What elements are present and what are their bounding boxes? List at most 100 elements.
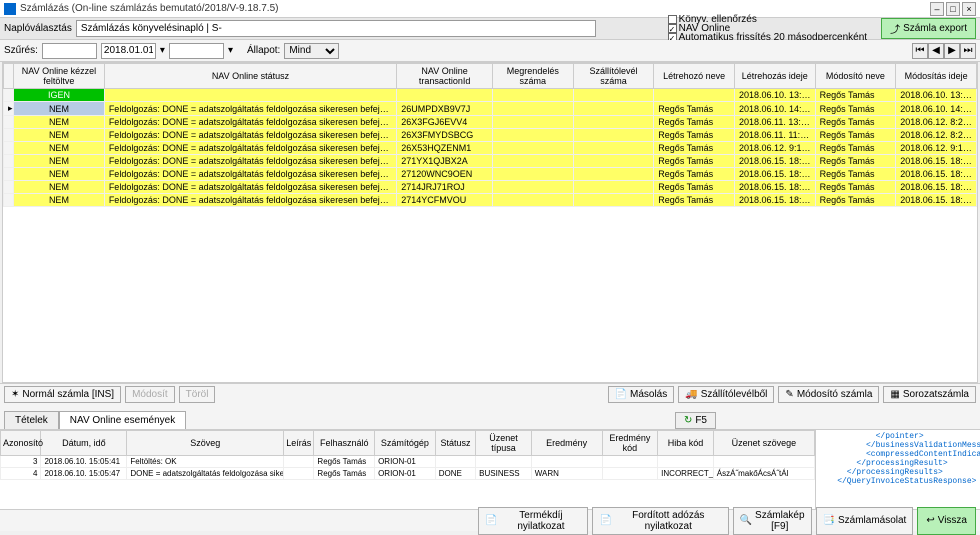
detail-col-header[interactable]: Dátum, idő (41, 431, 127, 456)
nav-first-button[interactable]: ⏮ (912, 43, 928, 59)
grid-row[interactable]: IGEN2018.06.10. 13:07:03Regős Tamás2018.… (4, 89, 977, 102)
detail-col-header[interactable]: Leírás (284, 431, 314, 456)
detail-col-header[interactable]: Eredmény (531, 431, 602, 456)
grid-row[interactable]: ▸NEMFeldolgozás: DONE = adatszolgáltatás… (4, 102, 977, 116)
detail-col-header[interactable]: Felhasználó (314, 431, 375, 456)
tab-tetelek[interactable]: Tételek (4, 411, 59, 429)
szamlakep-label: Számlakép [F9] (755, 510, 804, 532)
allapot-select[interactable]: Mind (284, 43, 339, 59)
export-icon: ⤴ (890, 21, 900, 36)
col-header[interactable]: Módosító neve (815, 64, 896, 89)
grid-row[interactable]: NEMFeldolgozás: DONE = adatszolgáltatás … (4, 194, 977, 207)
grid-row[interactable]: NEMFeldolgozás: DONE = adatszolgáltatás … (4, 181, 977, 194)
vissza-button[interactable]: ↩ Vissza (917, 507, 976, 535)
grid-row[interactable]: NEMFeldolgozás: DONE = adatszolgáltatás … (4, 168, 977, 181)
refresh-icon: ↻ (684, 415, 692, 426)
detail-col-header[interactable]: Státusz (435, 431, 475, 456)
naplo-toolbar: Naplóválasztás Könyv. ellenőrzés NAV Onl… (0, 18, 980, 40)
nav-last-button[interactable]: ⏭ (960, 43, 976, 59)
date-picker-icon-2[interactable]: ▾ (228, 45, 233, 56)
f5-button[interactable]: ↻F5 (675, 412, 716, 429)
torol-button[interactable]: Töröl (179, 386, 216, 403)
series-icon: ▦ (890, 389, 899, 400)
modosito-label: Módosító számla (797, 389, 873, 400)
date-to[interactable] (169, 43, 224, 59)
detail-area: AzonosítóDátum, időSzövegLeírásFelhaszná… (0, 429, 980, 509)
grid-row[interactable]: NEMFeldolgozás: DONE = adatszolgáltatás … (4, 142, 977, 155)
detail-col-header[interactable]: Eredmény kód (602, 431, 658, 456)
detail-col-header[interactable]: Azonosító (1, 431, 41, 456)
detail-grid-wrap[interactable]: AzonosítóDátum, időSzövegLeírásFelhaszná… (0, 430, 815, 509)
modosit-label: Módosít (132, 389, 168, 400)
forditott-label: Fordított adózás nyilatkozat (615, 510, 722, 532)
masolas-button[interactable]: 📄Másolás (608, 386, 675, 403)
doc-icon: 📄 (599, 515, 611, 526)
termekdij-button[interactable]: 📄Termékdíj nyilatkozat (478, 507, 588, 535)
export-button[interactable]: ⤴Számla export (881, 18, 976, 39)
col-header[interactable]: NAV Online kézzel feltöltve (14, 64, 105, 89)
col-header[interactable]: Létrehozó neve (654, 64, 735, 89)
window-title: Számlázás (On-line számlázás bemutató/20… (20, 3, 930, 14)
filter-bar: Szűrés: ▾ ▾ Állapot: Mind ⏮ ◀ ▶ ⏭ (0, 40, 980, 62)
copy-icon: 📑 (823, 515, 835, 526)
modosit-button[interactable]: Módosít (125, 386, 175, 403)
sorozat-label: Sorozatszámla (903, 389, 969, 400)
col-header[interactable]: Megrendelés száma (492, 64, 573, 89)
tab-nav-events[interactable]: NAV Online események (59, 411, 186, 429)
action-bar: ✶Normál számla [INS] Módosít Töröl 📄Máso… (0, 383, 980, 405)
xml-pane[interactable]: </pointer> </businessValidationMessages>… (815, 430, 980, 509)
col-header[interactable]: NAV Online transactionId (397, 64, 493, 89)
vissza-label: Vissza (938, 515, 967, 526)
col-header[interactable]: Módosítás ideje (896, 64, 977, 89)
col-header[interactable]: Létrehozás ideje (734, 64, 815, 89)
naplo-select[interactable] (76, 20, 596, 37)
main-grid: NAV Online kézzel feltöltveNAV Online st… (3, 63, 977, 207)
termekdij-label: Termékdíj nyilatkozat (500, 510, 581, 532)
main-grid-container[interactable]: NAV Online kézzel feltöltveNAV Online st… (2, 62, 978, 383)
masolat-button[interactable]: 📑Számlamásolat (816, 507, 914, 535)
filter-text[interactable] (42, 43, 97, 59)
szures-label: Szűrés: (4, 45, 38, 56)
normal-szamla-button[interactable]: ✶Normál számla [INS] (4, 386, 121, 403)
grid-row[interactable]: NEMFeldolgozás: DONE = adatszolgáltatás … (4, 155, 977, 168)
export-label: Számla export (903, 23, 967, 34)
options-checkboxes: Könyv. ellenőrzés NAV Online Automatikus… (668, 15, 871, 42)
detail-col-header[interactable]: Üzenet szövege (713, 431, 814, 456)
modosito-button[interactable]: ✎Módosító számla (778, 386, 879, 403)
detail-col-header[interactable]: Üzenet típusa (476, 431, 532, 456)
detail-grid: AzonosítóDátum, időSzövegLeírásFelhaszná… (0, 430, 815, 480)
close-button[interactable]: × (962, 2, 976, 16)
copy-icon: 📄 (615, 389, 627, 400)
detail-row[interactable]: 42018.06.10. 15:05:47DONE = adatszolgált… (1, 468, 815, 480)
detail-col-header[interactable]: Számítógép (375, 431, 436, 456)
detail-col-header[interactable]: Hiba kód (658, 431, 714, 456)
nav-next-button[interactable]: ▶ (944, 43, 960, 59)
torol-label: Töröl (186, 389, 209, 400)
f5-label: F5 (695, 415, 707, 426)
normal-label: Normál számla [INS] (22, 389, 114, 400)
detail-col-header[interactable]: Szöveg (127, 431, 284, 456)
col-header[interactable]: Szállítólevél száma (573, 64, 654, 89)
sorozat-button[interactable]: ▦ Sorozatszámla (883, 386, 976, 403)
szallito-label: Szállítólevélből (701, 389, 768, 400)
doc-icon: 📄 (485, 515, 497, 526)
masolas-label: Másolás (630, 389, 667, 400)
preview-icon: 🔍 (740, 515, 752, 526)
date-from[interactable] (101, 43, 156, 59)
szallitobol-button[interactable]: 🚚Szállítólevélből (678, 386, 774, 403)
star-icon: ✶ (11, 389, 19, 400)
forditott-button[interactable]: 📄 Fordított adózás nyilatkozat (592, 507, 728, 535)
detail-tabbar: Tételek NAV Online események ↻F5 (0, 405, 980, 429)
minimize-button[interactable]: – (930, 2, 944, 16)
grid-row[interactable]: NEMFeldolgozás: DONE = adatszolgáltatás … (4, 129, 977, 142)
back-icon: ↩ (926, 515, 934, 526)
masolat-label: Számlamásolat (838, 515, 906, 526)
date-picker-icon[interactable]: ▾ (160, 45, 165, 56)
col-header[interactable]: NAV Online státusz (104, 64, 396, 89)
naplo-label: Naplóválasztás (4, 23, 72, 34)
szamlakep-button[interactable]: 🔍Számlakép [F9] (733, 507, 812, 535)
grid-row[interactable]: NEMFeldolgozás: DONE = adatszolgáltatás … (4, 116, 977, 129)
nav-prev-button[interactable]: ◀ (928, 43, 944, 59)
maximize-button[interactable]: □ (946, 2, 960, 16)
detail-row[interactable]: 32018.06.10. 15:05:41Feltöltés: OKRegős … (1, 456, 815, 468)
